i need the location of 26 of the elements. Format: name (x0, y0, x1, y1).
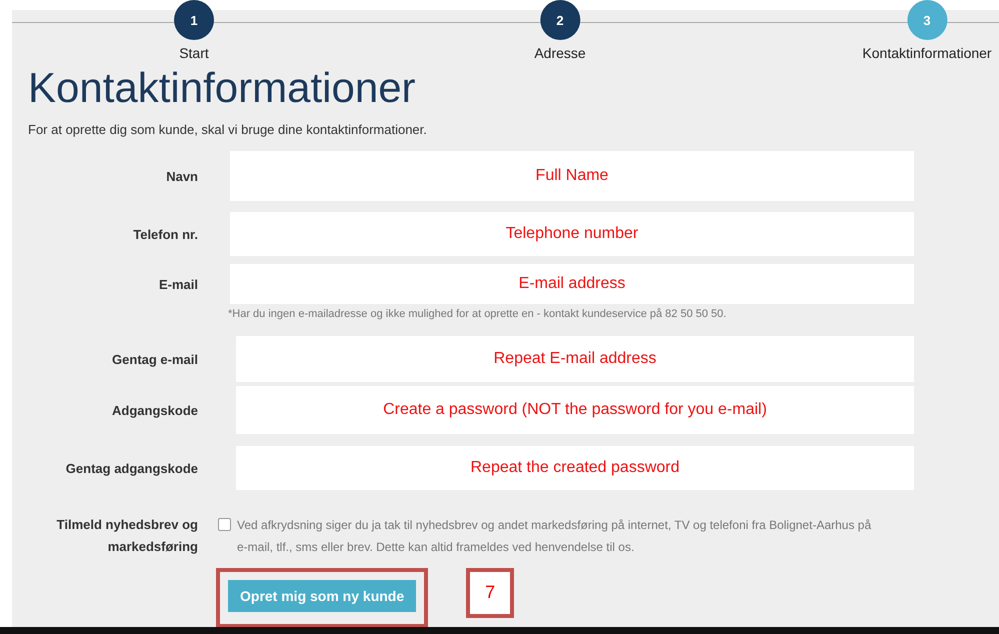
page-title: Kontaktinformationer (28, 64, 417, 112)
input-field[interactable]: Telephone number (230, 212, 914, 256)
input-field[interactable]: E-mail address (230, 264, 914, 304)
step-circle: 3 (907, 0, 947, 40)
input-field[interactable]: Full Name (230, 151, 914, 201)
step-label: Adresse (534, 45, 586, 61)
field-label: Adgangskode (111, 402, 198, 418)
consent-text: Ved afkrydsning siger du ja tak til nyhedsbrev og andet markedsføring på internet, TV og telefoni fra Bolignet-Aarhus på e-mail, tlf., sms eller brev. Dette kan altid frameldes ved henvendelse til os. (237, 517, 872, 556)
intro-text: For at oprette dig som kunde, skal vi bruge dine kontaktinformationer. (28, 122, 428, 137)
input-field[interactable]: Repeat the created password (236, 446, 914, 490)
field-label: Navn (165, 168, 198, 184)
field-label: Gentag e-mail (111, 352, 198, 366)
submit-button[interactable]: Opret mig som ny kunde (228, 580, 416, 612)
field-label: Telefon nr. (132, 226, 198, 242)
field-label: Tilmeld nyhedsbrev og markedsføring (56, 516, 198, 556)
field-label: Gentag adgangskode (64, 460, 198, 476)
step-label: Kontaktinformationer (862, 45, 992, 61)
input-field[interactable]: Repeat E-mail address (236, 336, 914, 382)
field-label: E-mail (158, 276, 198, 292)
checkbox[interactable] (218, 518, 231, 531)
step-circle: 1 (174, 0, 214, 40)
callout-label: 7 (466, 568, 514, 618)
field-hint: *Har du ingen e-mailadresse og ikke mulighed for at oprette en - kontakt kundeservice på 82 50 50 50. (228, 308, 728, 320)
step-label: Start (179, 45, 209, 61)
input-field[interactable]: Create a password (NOT the password for you e-mail) (236, 386, 914, 434)
step-circle: 2 (540, 0, 580, 40)
